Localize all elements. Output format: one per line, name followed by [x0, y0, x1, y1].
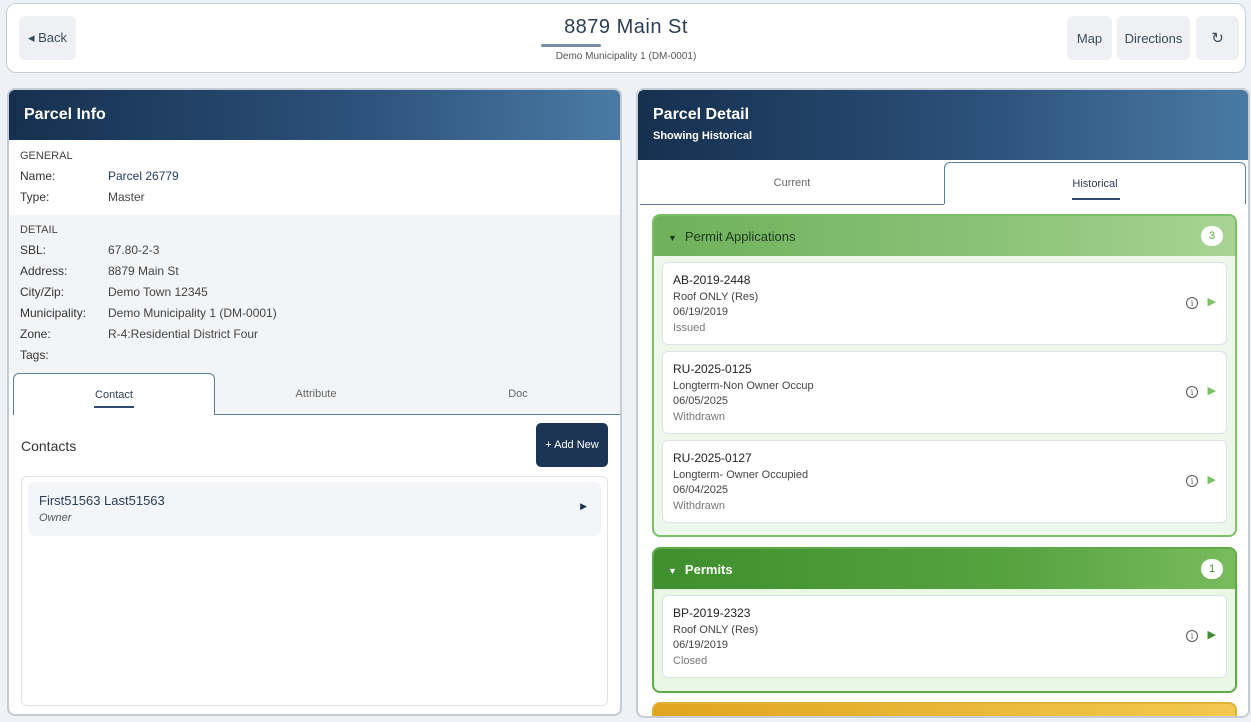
tab-current-label: Current	[773, 177, 811, 189]
chevron-down-icon: ▼	[668, 233, 677, 243]
sbl-value: 67.80-2-3	[108, 243, 160, 257]
general-section: GENERAL Name: Parcel 26779 Type: Master	[9, 140, 620, 215]
parcel-detail-title: Parcel Detail	[653, 106, 750, 123]
add-new-button[interactable]: + Add New	[536, 423, 608, 467]
refresh-icon: ↻	[1211, 30, 1224, 47]
tags-label: Tags:	[20, 348, 49, 362]
tab-doc[interactable]: Doc	[417, 373, 619, 415]
name-label: Name:	[20, 169, 56, 183]
directions-button[interactable]: Directions	[1117, 16, 1190, 60]
tab-historical-label: Historical	[1072, 177, 1118, 190]
item-status: Withdrawn	[673, 500, 725, 512]
title-underline	[541, 44, 601, 47]
zone-label: Zone:	[20, 327, 51, 341]
info-icon[interactable]: i	[1186, 630, 1198, 642]
item-date: 06/19/2019	[673, 306, 729, 318]
permit-applications-header[interactable]: ▼ Permit Applications 3	[654, 216, 1235, 256]
contact-card[interactable]: First51563 Last51563 Owner ▶	[28, 482, 601, 536]
tab-attribute[interactable]: Attribute	[215, 373, 417, 415]
page-subtitle: Demo Municipality 1 (DM-0001)	[555, 51, 697, 62]
play-icon[interactable]: ▶	[1208, 384, 1216, 397]
permit-applications-label: Permit Applications	[684, 229, 796, 244]
page-title: 8879 Main St	[564, 16, 688, 38]
general-label: GENERAL	[20, 150, 73, 162]
address-value: 8879 Main St	[108, 264, 179, 278]
item-date: 06/05/2025	[673, 395, 729, 407]
tab-historical-underline	[1072, 198, 1120, 200]
item-type: Longterm-Non Owner Occup	[673, 380, 814, 392]
municipality-value: Demo Municipality 1 (DM-0001)	[108, 306, 277, 320]
permits-count: 1	[1201, 559, 1223, 579]
top-bar: ◂ Back 8879 Main St Demo Municipality 1 …	[6, 3, 1246, 73]
contacts-title: Contacts	[21, 438, 77, 454]
map-button[interactable]: Map	[1067, 16, 1112, 60]
tab-attribute-label: Attribute	[295, 388, 337, 400]
item-date: 06/19/2019	[673, 639, 729, 651]
list-item[interactable]: RU-2025-0127 Longterm- Owner Occupied 06…	[662, 440, 1227, 523]
permits-header[interactable]: ▼ Permits 1	[654, 549, 1235, 589]
item-id: AB-2019-2448	[673, 273, 751, 287]
tab-contact-label: Contact	[95, 388, 133, 401]
item-id: BP-2019-2323	[673, 606, 751, 620]
chevron-down-icon: ▼	[668, 566, 677, 576]
item-id: RU-2025-0125	[673, 362, 752, 376]
city-zip-label: City/Zip:	[20, 285, 65, 299]
detail-section: DETAIL SBL: 67.80-2-3 Address: 8879 Main…	[9, 215, 620, 373]
municipality-label: Municipality:	[20, 306, 87, 320]
list-item[interactable]: BP-2019-2323 Roof ONLY (Res) 06/19/2019 …	[662, 595, 1227, 678]
city-zip-value: Demo Town 12345	[108, 285, 208, 299]
collapsed-group-header[interactable]	[652, 702, 1237, 716]
item-id: RU-2025-0127	[673, 451, 752, 465]
permit-applications-group: ▼ Permit Applications 3 AB-2019-2448 Roof…	[652, 214, 1237, 537]
item-status: Issued	[673, 322, 706, 334]
item-date: 06/04/2025	[673, 484, 729, 496]
tab-contact[interactable]: Contact	[13, 373, 215, 415]
type-label: Type:	[20, 190, 50, 204]
parcel-detail-panel: Parcel Detail Showing Historical Current…	[636, 88, 1250, 718]
list-item[interactable]: RU-2025-0125 Longterm-Non Owner Occup 06…	[662, 351, 1227, 434]
play-icon[interactable]: ▶	[1208, 473, 1216, 486]
contacts-list: First51563 Last51563 Owner ▶	[21, 476, 608, 706]
info-tabs: Contact Attribute Doc	[13, 373, 620, 415]
name-value: Parcel 26779	[108, 169, 179, 183]
parcel-info-title: Parcel Info	[24, 106, 106, 123]
chevron-right-icon: ▶	[580, 501, 587, 511]
permit-applications-title: ▼ Permit Applications	[668, 229, 795, 244]
list-item[interactable]: AB-2019-2448 Roof ONLY (Res) 06/19/2019 …	[662, 262, 1227, 345]
tab-current[interactable]: Current	[640, 162, 944, 204]
permits-title: ▼ Permits	[668, 562, 733, 577]
type-value: Master	[108, 190, 145, 204]
contact-role: Owner	[39, 512, 72, 524]
parcel-detail-header: Parcel Detail Showing Historical	[638, 90, 1248, 160]
item-type: Longterm- Owner Occupied	[673, 469, 809, 481]
play-icon[interactable]: ▶	[1208, 295, 1216, 308]
info-icon[interactable]: i	[1186, 386, 1198, 398]
zone-value: R-4:Residential District Four	[108, 327, 259, 341]
info-icon[interactable]: i	[1186, 475, 1198, 487]
parcel-detail-subtitle: Showing Historical	[653, 130, 753, 142]
address-label: Address:	[20, 264, 68, 278]
detail-tab-baseline	[640, 204, 944, 205]
item-status: Withdrawn	[673, 411, 725, 423]
item-type: Roof ONLY (Res)	[673, 291, 759, 303]
item-status: Closed	[673, 655, 708, 667]
item-type: Roof ONLY (Res)	[673, 624, 759, 636]
contact-name: First51563 Last51563	[39, 493, 165, 508]
parcel-info-panel: Parcel Info GENERAL Name: Parcel 26779 T…	[7, 88, 622, 716]
tab-contact-underline	[94, 406, 134, 408]
detail-label: DETAIL	[20, 224, 58, 236]
info-icon[interactable]: i	[1186, 297, 1198, 309]
tab-doc-label: Doc	[508, 388, 528, 400]
sbl-label: SBL:	[20, 243, 47, 257]
refresh-button[interactable]: ↻	[1196, 16, 1239, 60]
play-icon[interactable]: ▶	[1208, 628, 1216, 641]
permit-applications-count: 3	[1201, 226, 1223, 246]
permits-group: ▼ Permits 1 BP-2019-2323 Roof ONLY (Res) …	[652, 547, 1237, 693]
permits-label: Permits	[684, 562, 733, 577]
parcel-info-header: Parcel Info	[9, 90, 620, 140]
